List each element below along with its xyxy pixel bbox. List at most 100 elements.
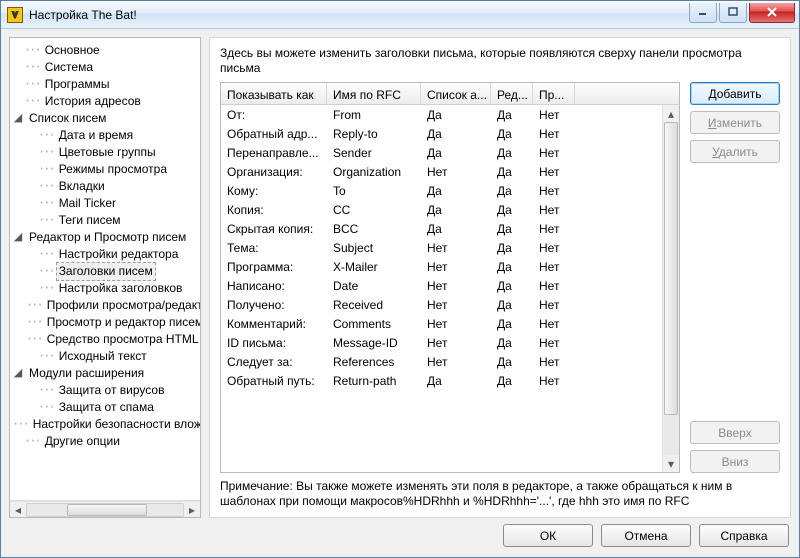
tree-item[interactable]: ◢Модули расширения [12, 365, 198, 382]
tree-item[interactable]: ···Основное [12, 42, 198, 59]
delete-button[interactable]: Удалить [690, 140, 780, 163]
scroll-left-icon[interactable]: ◂ [10, 502, 26, 518]
table-cell: Да [421, 127, 491, 141]
table-cell: Получено: [221, 298, 327, 312]
tree-item-label: История адресов [42, 93, 144, 110]
move-down-button[interactable]: Вниз [690, 450, 780, 473]
tree-item[interactable]: ···Профили просмотра/редактирования [26, 297, 198, 314]
maximize-button[interactable] [719, 3, 747, 23]
scroll-up-icon[interactable]: ▴ [663, 105, 679, 122]
table-cell: Нет [533, 203, 575, 217]
ok-button[interactable]: ОК [503, 524, 593, 547]
table-header[interactable]: Показывать какИмя по RFCСписок а...Ред..… [221, 83, 679, 105]
tree-item[interactable]: ···Защита от вирусов [26, 382, 198, 399]
tree-item[interactable]: ◢Редактор и Просмотр писем [12, 229, 198, 246]
tree-item[interactable]: ···Mail Ticker [26, 195, 198, 212]
table-cell: Нет [533, 336, 575, 350]
table-body[interactable]: От:FromДаДаНетОбратный адр...Reply-toДаД… [221, 105, 662, 472]
tree-item[interactable]: ···Цветовые группы [26, 144, 198, 161]
tree-item[interactable]: ···Защита от спама [26, 399, 198, 416]
tree-item[interactable]: ···Другие опции [12, 433, 198, 450]
table-cell: Нет [533, 165, 575, 179]
tree-item-label: Теги писем [56, 212, 124, 229]
table-row[interactable]: Тема:SubjectНетДаНет [221, 238, 662, 257]
tree-item[interactable]: ···Настройки безопасности вложений [12, 416, 198, 433]
tree-item[interactable]: ···История адресов [12, 93, 198, 110]
cancel-button[interactable]: Отмена [601, 524, 691, 547]
nav-tree[interactable]: ···Основное···Система···Программы···Исто… [10, 38, 200, 501]
tree-item[interactable]: ···Система [12, 59, 198, 76]
collapse-icon[interactable]: ◢ [12, 365, 24, 382]
tree-item[interactable]: ···Исходный текст [26, 348, 198, 365]
table-row[interactable]: Организация:OrganizationНетДаНет [221, 162, 662, 181]
table-cell: Нет [533, 127, 575, 141]
column-header[interactable]: Имя по RFC [327, 83, 421, 104]
table-row[interactable]: Получено:ReceivedНетДаНет [221, 295, 662, 314]
tree-item[interactable]: ···Просмотр и редактор писем [26, 314, 198, 331]
table-row[interactable]: Копия:CCДаДаНет [221, 200, 662, 219]
tree-item[interactable]: ···Настройки редактора [26, 246, 198, 263]
tree-item[interactable]: ···Режимы просмотра [26, 161, 198, 178]
table-cell: Да [421, 146, 491, 160]
vscroll-thumb[interactable] [664, 122, 678, 415]
tree-item-label: Программы [42, 76, 113, 93]
tree-item-label: Профили просмотра/редактирования [44, 297, 200, 314]
table-cell: Да [491, 355, 533, 369]
hscroll-thumb[interactable] [67, 504, 147, 516]
tree-item[interactable]: ···Настройка заголовков [26, 280, 198, 297]
tree-item-label: Исходный текст [56, 348, 150, 365]
collapse-icon[interactable]: ◢ [12, 110, 24, 127]
table-row[interactable]: Скрытая копия:BCCДаДаНет [221, 219, 662, 238]
note-text: Примечание: Вы также можете изменять эти… [220, 479, 780, 509]
table-cell: От: [221, 108, 327, 122]
window-title: Настройка The Bat! [29, 8, 689, 22]
headers-table[interactable]: Показывать какИмя по RFCСписок а...Ред..… [220, 82, 680, 473]
close-button[interactable] [749, 3, 795, 23]
table-row[interactable]: Обратный путь:Return-pathДаДаНет [221, 371, 662, 390]
tree-hscrollbar[interactable]: ◂ ▸ [10, 501, 200, 517]
tree-item[interactable]: ···Вкладки [26, 178, 198, 195]
scroll-right-icon[interactable]: ▸ [184, 502, 200, 518]
tree-item-label: Цветовые группы [56, 144, 159, 161]
table-cell: Да [491, 146, 533, 160]
column-header[interactable]: Список а... [421, 83, 491, 104]
content-pane: Здесь вы можете изменить заголовки письм… [209, 37, 791, 518]
move-up-button[interactable]: Вверх [690, 421, 780, 444]
tree-item-label: Настройка заголовков [56, 280, 186, 297]
table-cell: Да [491, 165, 533, 179]
column-header[interactable]: Пр... [533, 83, 575, 104]
titlebar[interactable]: Настройка The Bat! [1, 1, 799, 29]
column-header[interactable]: Ред... [491, 83, 533, 104]
table-row[interactable]: Программа:X-MailerНетДаНет [221, 257, 662, 276]
table-row[interactable]: ID письма:Message-IDНетДаНет [221, 333, 662, 352]
table-cell: Нет [533, 260, 575, 274]
tree-item-label: Основное [42, 42, 103, 59]
tree-item-label: Вкладки [56, 178, 108, 195]
add-button[interactable]: Добавить [690, 82, 780, 105]
tree-item[interactable]: ···Дата и время [26, 127, 198, 144]
tree-item[interactable]: ···Заголовки писем [26, 263, 198, 280]
edit-button[interactable]: Изменить [690, 111, 780, 134]
table-row[interactable]: Обратный адр...Reply-toДаДаНет [221, 124, 662, 143]
collapse-icon[interactable]: ◢ [12, 229, 24, 246]
tree-item[interactable]: ···Средство просмотра HTML [26, 331, 198, 348]
column-header[interactable]: Показывать как [221, 83, 327, 104]
table-row[interactable]: Перенаправле...SenderДаДаНет [221, 143, 662, 162]
table-row[interactable]: Комментарий:CommentsНетДаНет [221, 314, 662, 333]
scroll-down-icon[interactable]: ▾ [663, 455, 679, 472]
tree-item-label: Режимы просмотра [56, 161, 170, 178]
table-cell: Да [491, 127, 533, 141]
table-row[interactable]: От:FromДаДаНет [221, 105, 662, 124]
table-row[interactable]: Кому:ToДаДаНет [221, 181, 662, 200]
table-row[interactable]: Написано:DateНетДаНет [221, 276, 662, 295]
table-row[interactable]: Следует за:ReferencesНетДаНет [221, 352, 662, 371]
tree-item[interactable]: ···Программы [12, 76, 198, 93]
table-cell: Тема: [221, 241, 327, 255]
tree-item[interactable]: ···Теги писем [26, 212, 198, 229]
tree-item[interactable]: ◢Список писем [12, 110, 198, 127]
table-cell: BCC [327, 222, 421, 236]
help-button[interactable]: Справка [699, 524, 789, 547]
minimize-button[interactable] [689, 3, 717, 23]
table-vscrollbar[interactable]: ▴ ▾ [662, 105, 679, 472]
tree-item-label: Защита от вирусов [56, 382, 168, 399]
